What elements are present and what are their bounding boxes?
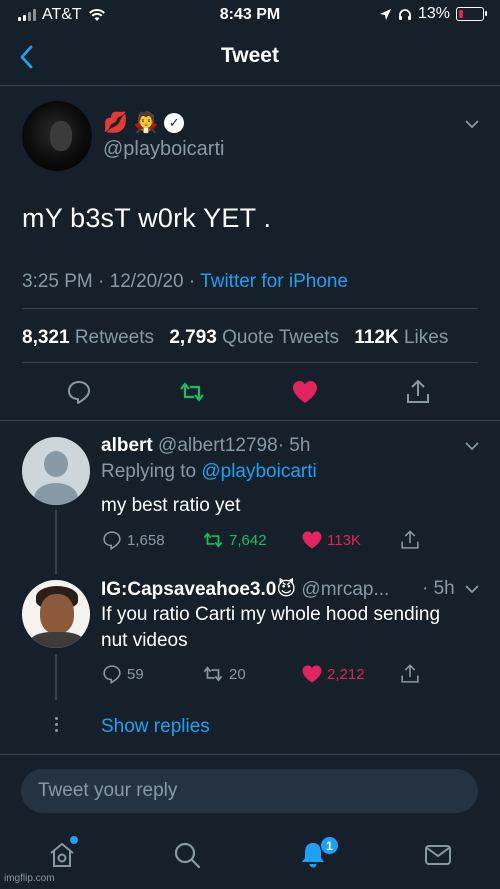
reply-avatar-photo[interactable] — [22, 580, 90, 648]
reply-count: 1,658 — [127, 531, 165, 549]
author-name-emojis: 💋 🧛 — [103, 112, 159, 134]
messages-mail-icon[interactable] — [423, 840, 453, 870]
replying-to: Replying to @playboicarti — [101, 459, 317, 485]
battery-icon — [456, 7, 487, 21]
reply-icon[interactable] — [65, 378, 93, 406]
reply-share-button[interactable] — [399, 529, 421, 551]
share-icon — [401, 664, 419, 683]
retweet-icon — [203, 666, 223, 682]
thread-line — [55, 510, 57, 574]
status-bar: AT&T 8:43 PM 13% — [0, 0, 500, 30]
reply-text: my best ratio yet — [101, 495, 241, 516]
location-icon — [379, 8, 391, 20]
notifications-badge: 1 — [320, 836, 339, 855]
like-count: 113K — [327, 531, 361, 549]
reply-input[interactable] — [21, 769, 478, 813]
like-heart-icon — [302, 531, 322, 549]
quotes-count: 2,793 — [169, 327, 217, 348]
like-heart-icon[interactable] — [291, 378, 319, 406]
tweet-stats: 8,321 Retweets 2,793 Quote Tweets 112K L… — [22, 327, 448, 349]
like-count: 2,212 — [327, 665, 365, 683]
verified-badge-icon: ✓ — [164, 112, 185, 133]
share-icon — [401, 530, 419, 549]
author-display-name[interactable]: 💋 🧛 ✓ — [103, 110, 185, 135]
tweet-text: mY b3sT w0rk YET . — [22, 203, 272, 233]
retweets-stat[interactable]: 8,321 Retweets — [22, 327, 154, 348]
replying-prefix: Replying to — [101, 461, 202, 482]
retweets-count: 8,321 — [22, 327, 70, 348]
quotes-stat[interactable]: 2,793 Quote Tweets — [169, 327, 339, 348]
author-avatar[interactable] — [22, 101, 92, 171]
chevron-down-icon[interactable] — [465, 119, 479, 129]
reply-age: · 5h — [422, 578, 455, 599]
retweet-count: 7,642 — [229, 531, 267, 549]
search-icon[interactable] — [172, 840, 202, 870]
page-title: Tweet — [221, 44, 279, 67]
tweet-date: 12/20/20 — [109, 271, 184, 292]
reply-compose-box[interactable] — [21, 769, 478, 813]
headphones-icon — [398, 8, 411, 20]
reply-header: IG:Capsaveahoe3.0😈 @mrcap... — [101, 578, 389, 601]
reply-age: · 5h — [277, 435, 311, 456]
tweet-time: 3:25 PM — [22, 271, 93, 292]
watermark: imgflip.com — [4, 873, 55, 884]
reply-retweet-button[interactable]: 20 — [201, 663, 246, 685]
reply-text-line: If you ratio Carti my whole hood sending — [101, 604, 441, 625]
more-dots-icon — [51, 717, 61, 735]
reply-header: albert @albert12798· 5h — [101, 435, 310, 457]
chevron-down-icon[interactable] — [465, 441, 479, 451]
retweet-count: 20 — [229, 665, 246, 683]
reply-author-emoji: 😈 — [276, 579, 297, 600]
reply-like-button[interactable]: 2,212 — [301, 663, 365, 685]
reply-reply-button[interactable]: 59 — [101, 663, 144, 685]
likes-count: 112K — [354, 327, 399, 348]
reply-text-line: nut videos — [101, 630, 188, 651]
author-handle[interactable]: @playboicarti — [103, 138, 224, 161]
reply-count: 59 — [127, 665, 144, 683]
reply-reply-button[interactable]: 1,658 — [101, 529, 165, 551]
tweet-actions — [0, 378, 500, 408]
like-heart-icon — [302, 665, 322, 683]
show-replies-link[interactable]: Show replies — [101, 716, 210, 738]
retweet-icon — [203, 532, 223, 548]
chevron-down-icon[interactable] — [465, 584, 479, 594]
section-separator — [0, 420, 500, 421]
reply-author-handle[interactable]: @albert12798 — [158, 435, 278, 456]
quotes-label: Quote Tweets — [222, 327, 340, 348]
nav-bar: Tweet — [0, 30, 500, 86]
reply-like-button[interactable]: 113K — [301, 529, 361, 551]
reply-author-name[interactable]: albert — [101, 435, 153, 456]
share-icon[interactable] — [404, 378, 432, 406]
reply-author-name[interactable]: IG:Capsaveahoe3.0 — [101, 579, 276, 600]
status-right: 13% — [379, 5, 487, 23]
replying-to-link[interactable]: @playboicarti — [201, 461, 316, 482]
reply-icon — [103, 665, 121, 685]
divider — [22, 308, 478, 309]
home-icon[interactable] — [47, 840, 77, 870]
retweet-icon[interactable] — [178, 378, 206, 406]
likes-label: Likes — [403, 327, 449, 348]
thread-line — [55, 654, 57, 700]
divider — [22, 362, 478, 363]
reply-retweet-button[interactable]: 7,642 — [201, 529, 267, 551]
battery-percent: 13% — [417, 5, 450, 22]
reply-avatar-default[interactable] — [22, 437, 90, 505]
likes-stat[interactable]: 112K Likes — [354, 327, 448, 348]
reply-icon — [103, 531, 121, 551]
section-separator — [0, 754, 500, 755]
reply-share-button[interactable] — [399, 663, 421, 685]
reply-author-handle[interactable]: @mrcap... — [301, 579, 389, 600]
tweet-meta: 3:25 PM · 12/20/20 · Twitter for iPhone — [22, 271, 349, 292]
home-unread-dot — [70, 836, 78, 844]
tweet-source-link[interactable]: Twitter for iPhone — [200, 271, 348, 292]
retweets-label: Retweets — [74, 327, 155, 348]
